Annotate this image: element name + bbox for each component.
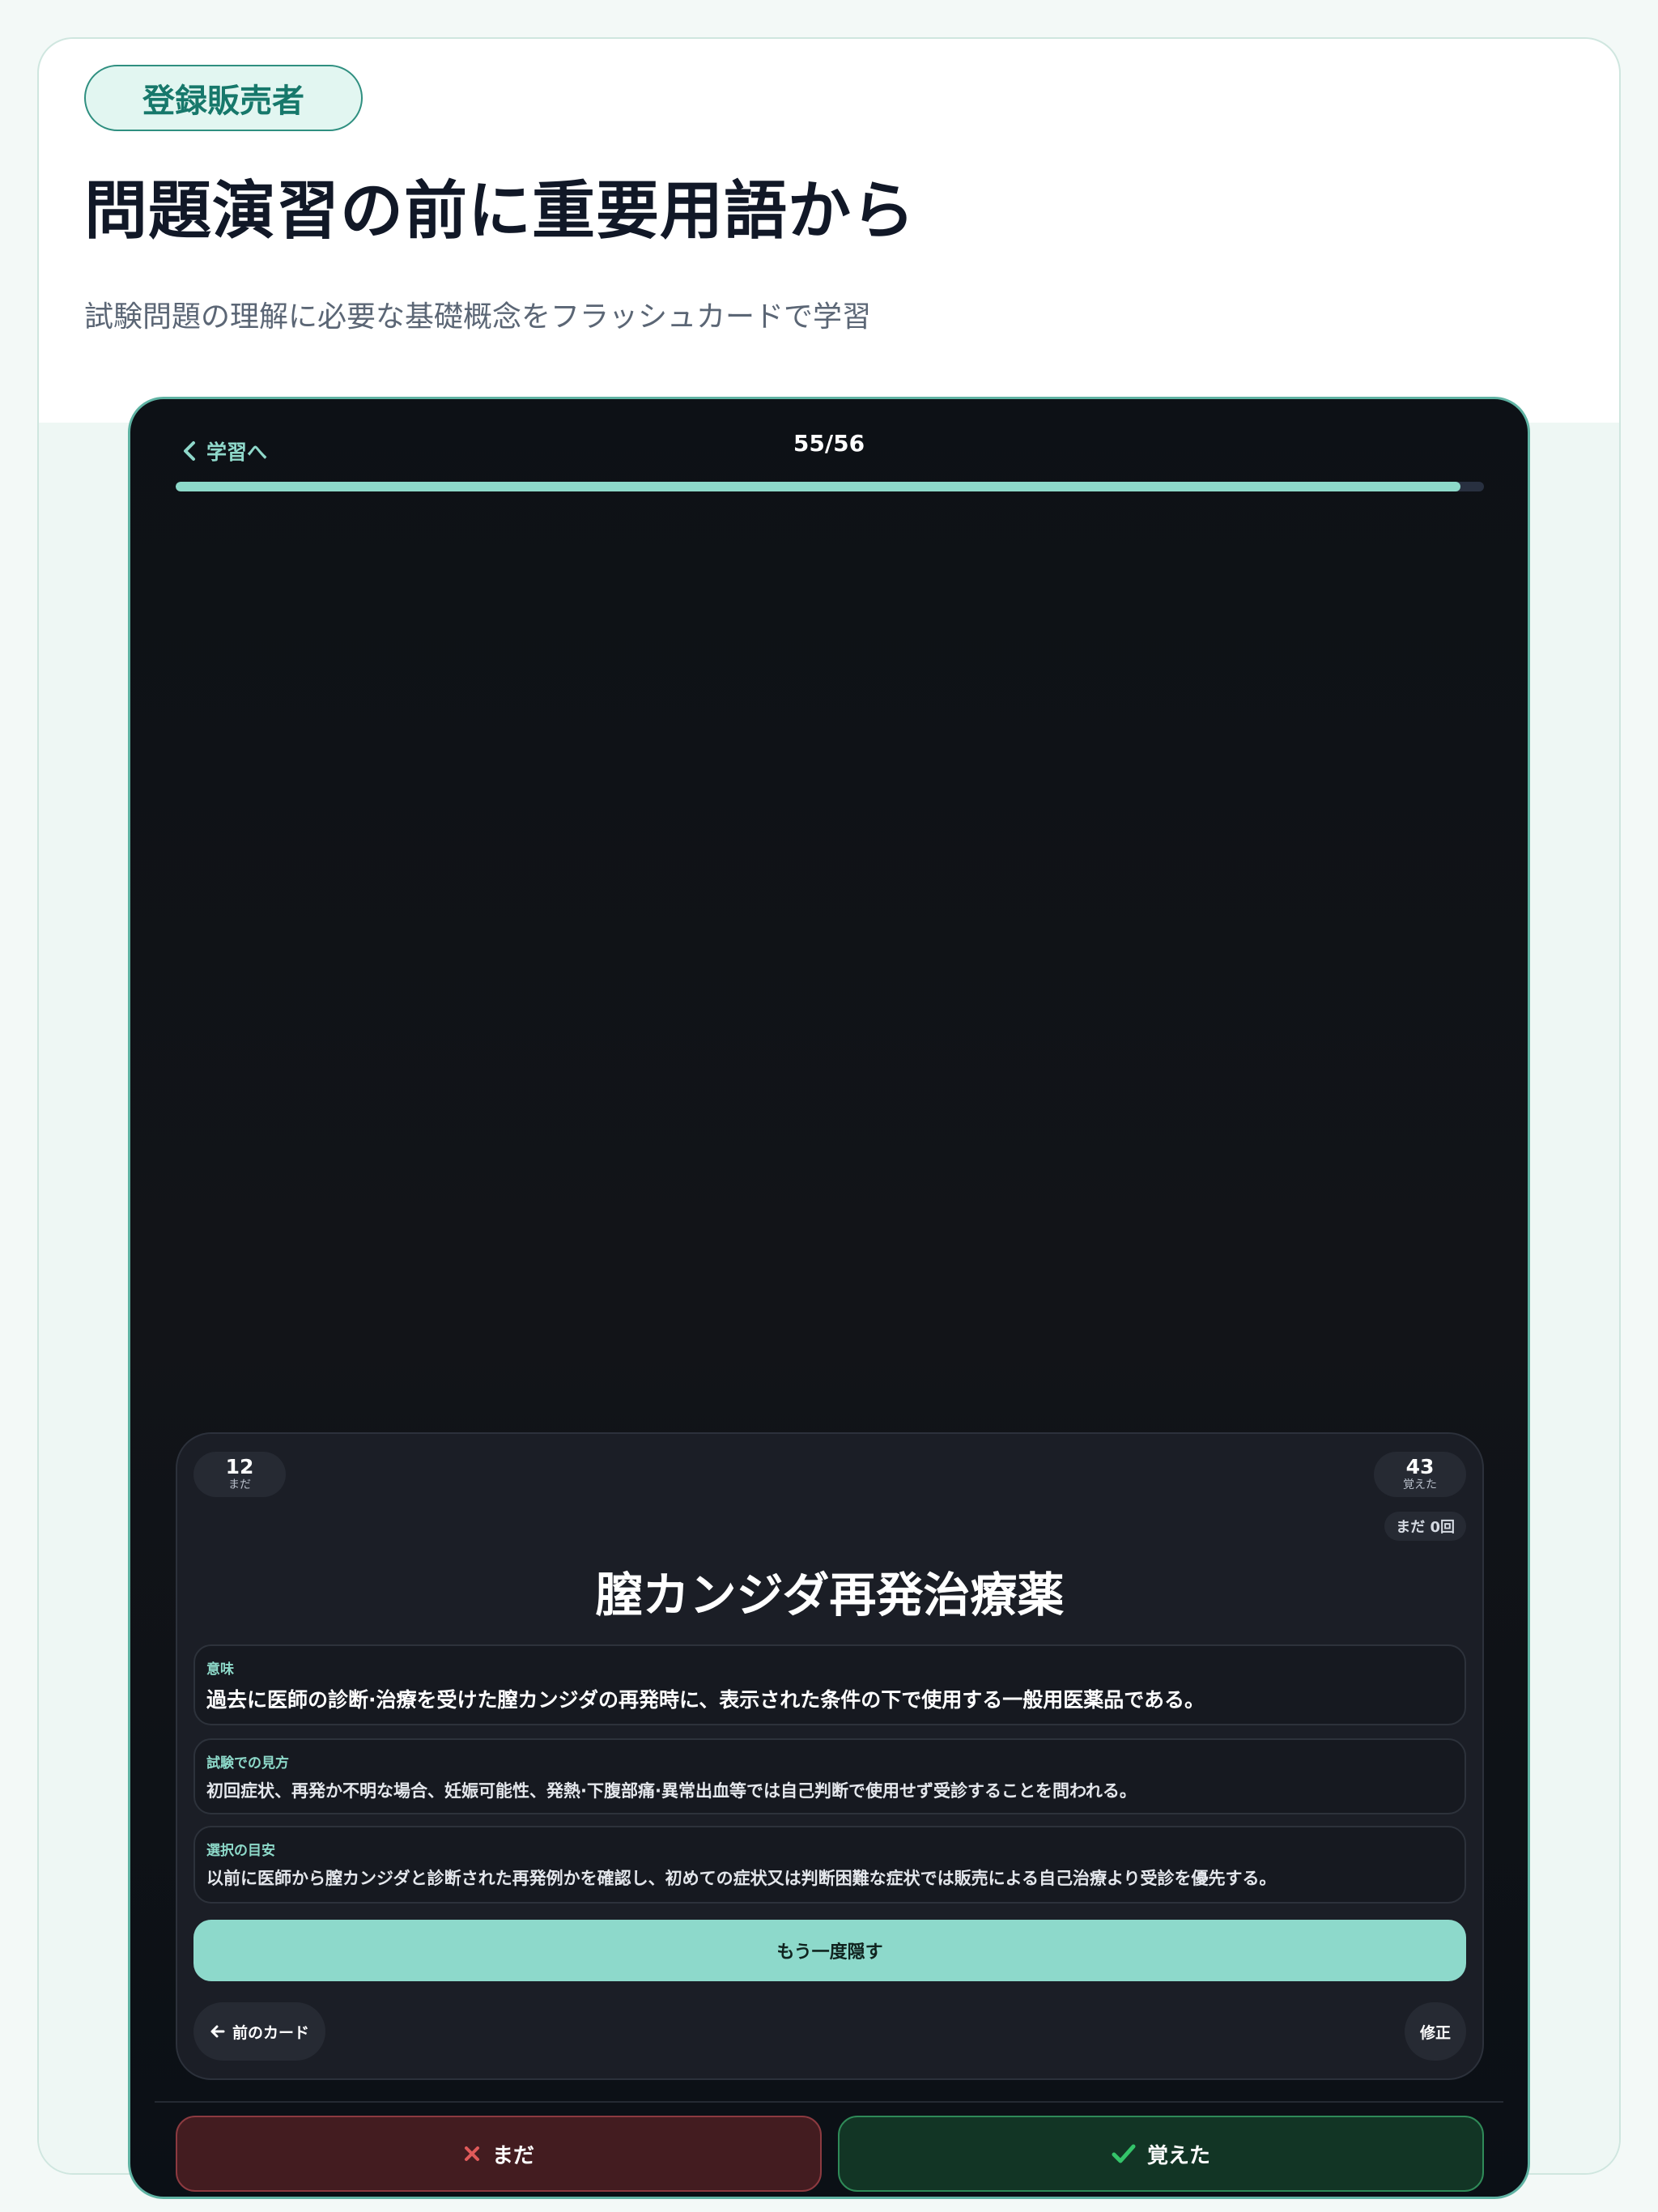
checkmark-icon (1112, 2144, 1136, 2163)
page-title: 問題演習の前に重要用語から (84, 175, 916, 248)
page-subtitle: 試験問題の理解に必要な基礎概念をフラッシュカードで学習 (84, 300, 872, 334)
divider (155, 2101, 1503, 2103)
section-label: 意味 (206, 1661, 234, 1678)
section-text: 過去に医師の診断·治療を受けた膣カンジダの再発時に、表示された条件の下で使用する… (206, 1688, 1205, 1712)
known-count-label: 覚えた (1403, 1478, 1437, 1491)
x-icon (464, 2146, 479, 2161)
known-count: 43 (1405, 1455, 1435, 1478)
flashcard: 12 まだ 43 覚えた まだ 0回 膣カンジダ再発治療薬 意味 過去に医師の診… (176, 1432, 1484, 2080)
progress-fill (176, 482, 1460, 491)
known-count-pill: 43 覚えた (1374, 1452, 1466, 1497)
not-yet-count-label: まだ (228, 1478, 251, 1491)
known-button[interactable]: 覚えた (838, 2116, 1484, 2192)
section-label: 選択の目安 (206, 1843, 275, 1859)
not-yet-count-pill: 12 まだ (193, 1452, 286, 1497)
not-yet-button[interactable]: まだ (176, 2116, 822, 2192)
arrow-left-icon (210, 2025, 225, 2038)
exam-view-section: 試験での見方 初回症状、再発か不明な場合、妊娠可能性、発熱·下腹部痛·異常出血等… (193, 1738, 1466, 1814)
selection-guide-section: 選択の目安 以前に医師から膣カンジダと診断された再発例かを確認し、初めての症状又… (193, 1826, 1466, 1904)
known-label: 覚えた (1146, 2143, 1210, 2168)
term-title: 膣カンジダ再発治療薬 (595, 1568, 1065, 1623)
category-badge: 登録販売者 (84, 65, 363, 131)
not-yet-label: まだ (491, 2143, 534, 2168)
section-label: 試験での見方 (206, 1755, 289, 1772)
meaning-section: 意味 過去に医師の診断·治療を受けた膣カンジダの再発時に、表示された条件の下で使… (193, 1644, 1466, 1725)
section-text: 初回症状、再発か不明な場合、妊娠可能性、発熱·下腹部痛·異常出血等では自己判断で… (206, 1781, 1137, 1801)
hide-again-button[interactable]: もう一度隠す (193, 1920, 1466, 1981)
card-counter: 55/56 (793, 430, 865, 457)
previous-card-button[interactable]: 前のカード (193, 2002, 326, 2061)
edit-button[interactable]: 修正 (1405, 2002, 1466, 2061)
app-screen: 学習へ 55/56 12 まだ 43 覚えた まだ 0回 膣カンジダ再発治療薬 … (128, 397, 1530, 2199)
progress-bar (176, 482, 1484, 491)
section-text: 以前に医師から膣カンジダと診断された再発例かを確認し、初めての症状又は判断困難な… (206, 1869, 1277, 1888)
previous-card-label: 前のカード (232, 2023, 310, 2042)
tries-badge: まだ 0回 (1384, 1512, 1466, 1541)
not-yet-count: 12 (225, 1455, 254, 1478)
